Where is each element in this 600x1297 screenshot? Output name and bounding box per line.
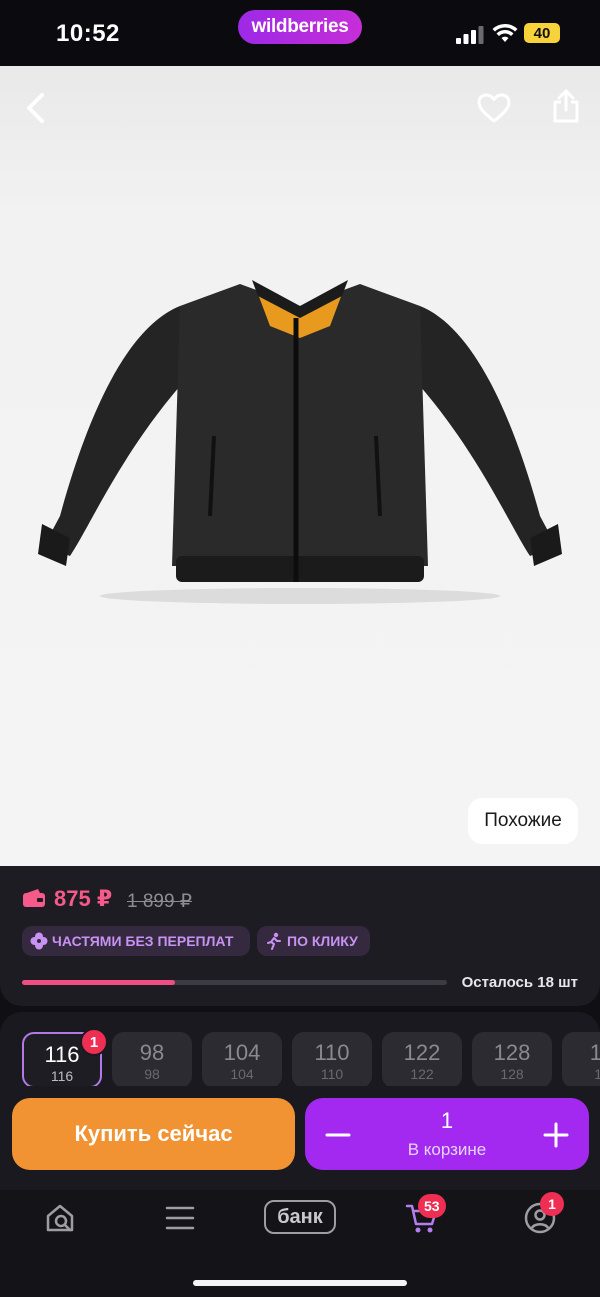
home-search-icon: [46, 1204, 74, 1232]
installments-chip-label: ЧАСТЯМИ БЕЗ ПЕРЕПЛАТ: [52, 933, 234, 949]
wildberries-logo: wildberries: [238, 10, 362, 44]
stock-progress-bar: [22, 980, 447, 985]
size-option-sub: 98: [144, 1066, 160, 1082]
size-option[interactable]: 98 98: [112, 1032, 192, 1088]
back-button[interactable]: [18, 90, 54, 126]
size-option-sub: 116: [50, 1068, 74, 1084]
status-time: 10:52: [56, 20, 120, 47]
size-option-sub: 13: [594, 1066, 600, 1082]
size-option-sub: 104: [230, 1066, 254, 1082]
running-icon: [267, 932, 281, 950]
current-price: 875 ₽: [54, 886, 113, 911]
stock-left-label: Осталось 18 шт: [461, 974, 578, 991]
size-option[interactable]: 104 104: [202, 1032, 282, 1088]
product-image: [38, 280, 562, 604]
clover-icon: [30, 932, 48, 950]
share-button[interactable]: [546, 86, 586, 126]
heart-icon: [477, 93, 511, 123]
size-option[interactable]: 128 128: [472, 1032, 552, 1088]
size-option-sub: 122: [410, 1066, 434, 1082]
profile-badge: 1: [540, 1192, 564, 1216]
size-option-label: 104: [223, 1040, 261, 1065]
nav-bank[interactable]: банк: [264, 1200, 336, 1234]
similar-button[interactable]: Похожие: [468, 798, 578, 844]
signal-icon: [456, 26, 484, 44]
battery-icon: 40: [524, 23, 560, 43]
home-indicator: [193, 1280, 407, 1286]
size-option-label: 98: [139, 1040, 165, 1065]
installments-chip[interactable]: ЧАСТЯМИ БЕЗ ПЕРЕПЛАТ: [22, 926, 250, 956]
product-gallery[interactable]: Похожие: [0, 66, 600, 866]
size-count-badge: 1: [80, 1028, 108, 1056]
size-option-label: 13: [589, 1040, 600, 1065]
size-option-label: 116: [44, 1042, 80, 1067]
chevron-left-icon: [27, 93, 44, 123]
old-price: 1 899 ₽: [127, 891, 192, 912]
one-click-chip-label: ПО КЛИКУ: [287, 933, 358, 949]
cart-quantity-control: 1 В корзине: [305, 1098, 589, 1170]
menu-icon: [165, 1206, 195, 1230]
cart-count-badge: 53: [418, 1194, 446, 1218]
wallet-icon: [23, 889, 45, 907]
stock-progress-fill: [22, 980, 175, 985]
favorite-button[interactable]: [474, 88, 514, 128]
size-option-label: 128: [493, 1040, 531, 1065]
wifi-icon: [492, 23, 518, 42]
size-option[interactable]: 122 122: [382, 1032, 462, 1088]
nav-home[interactable]: [38, 1198, 82, 1238]
size-option-sub: 110: [320, 1066, 344, 1082]
price-panel: 875 ₽ 1 899 ₽ ЧАСТЯМИ БЕЗ ПЕРЕПЛАТ ПО КЛ…: [0, 866, 600, 1006]
size-option[interactable]: 1313: [562, 1032, 600, 1088]
nav-catalog[interactable]: [158, 1198, 202, 1238]
share-icon: [553, 89, 579, 123]
status-bar: 10:52 wildberries 40: [0, 0, 600, 66]
bottom-navigation: банк 53 1: [0, 1190, 600, 1297]
size-option-label: 110: [314, 1040, 350, 1065]
size-option[interactable]: 110 110: [292, 1032, 372, 1088]
one-click-chip[interactable]: ПО КЛИКУ: [257, 926, 370, 956]
plus-icon[interactable]: [541, 1120, 571, 1150]
size-option-label: 122: [403, 1040, 441, 1065]
size-option-sub: 128: [500, 1066, 524, 1082]
buy-area: Купить сейчас 1 В корзине: [0, 1086, 600, 1190]
buy-now-button[interactable]: Купить сейчас: [12, 1098, 295, 1170]
